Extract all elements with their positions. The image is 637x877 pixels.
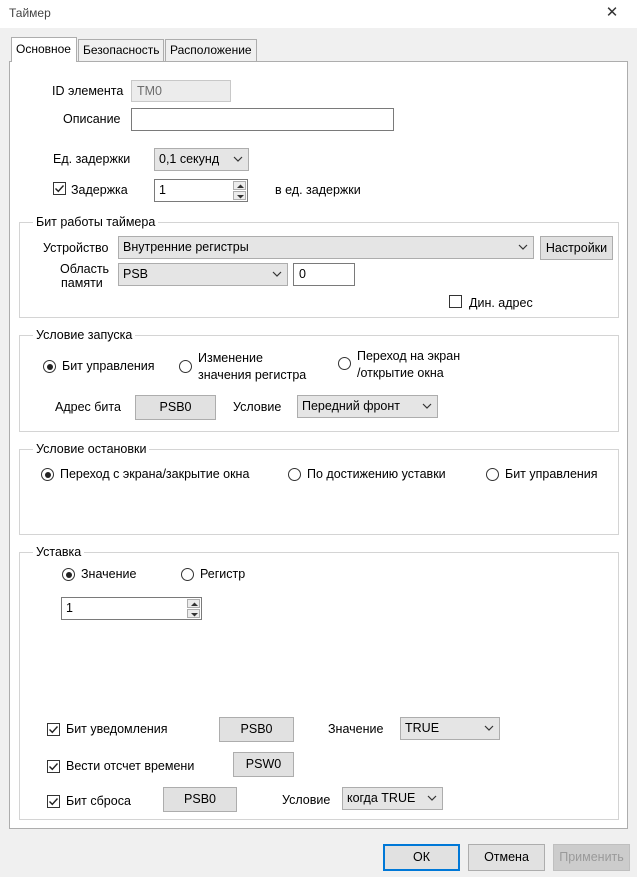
notify-value-value: TRUE bbox=[405, 721, 440, 735]
notify-value-select[interactable]: TRUE bbox=[400, 717, 500, 740]
memory-area-label-line1: Область bbox=[60, 262, 110, 276]
chevron-down-icon bbox=[484, 725, 494, 731]
stop-option-setpoint-label: По достижению уставки bbox=[307, 467, 446, 481]
start-option-screen-open-label-line2: /открытие окна bbox=[357, 366, 444, 380]
reset-condition-value: когда TRUE bbox=[347, 791, 416, 805]
stop-option-screen-close-label: Переход с экрана/закрытие окна bbox=[60, 467, 250, 481]
apply-button[interactable]: Применить bbox=[553, 844, 630, 871]
settings-button[interactable]: Настройки bbox=[540, 236, 613, 260]
tab-general[interactable]: Основное bbox=[11, 37, 77, 62]
dyn-address-label: Дин. адрес bbox=[469, 296, 533, 310]
start-condition-value: Передний фронт bbox=[302, 399, 401, 413]
start-condition-select[interactable]: Передний фронт bbox=[297, 395, 438, 418]
stop-option-setpoint-radio[interactable] bbox=[288, 468, 301, 481]
delay-unit-label: Ед. задержки bbox=[53, 152, 131, 166]
setpoint-register-radio[interactable] bbox=[181, 568, 194, 581]
setpoint-value-label: Значение bbox=[81, 567, 137, 581]
reset-condition-select[interactable]: когда TRUE bbox=[342, 787, 443, 810]
notify-bit-address-button[interactable]: PSB0 bbox=[219, 717, 294, 742]
chevron-down-icon bbox=[427, 795, 437, 801]
bit-address-button[interactable]: PSB0 bbox=[135, 395, 216, 420]
start-condition-title: Условие запуска bbox=[33, 328, 136, 342]
ok-button[interactable]: ОК bbox=[383, 844, 460, 871]
arrow-up-icon bbox=[191, 602, 198, 606]
stop-option-control-bit-label: Бит управления bbox=[505, 467, 598, 481]
reset-bit-label: Бит сброса bbox=[66, 794, 131, 808]
spin-up-button[interactable] bbox=[233, 181, 246, 190]
reset-condition-label: Условие bbox=[282, 793, 331, 807]
timer-bit-title: Бит работы таймера bbox=[33, 215, 159, 229]
chevron-down-icon bbox=[272, 271, 282, 277]
delay-value: 1 bbox=[159, 183, 166, 197]
dyn-address-checkbox[interactable] bbox=[449, 295, 462, 308]
delay-unit-select[interactable]: 0,1 секунд bbox=[154, 148, 249, 171]
device-value: Внутренние регистры bbox=[123, 240, 249, 254]
radio-dot-icon bbox=[44, 471, 51, 478]
spin-down-button[interactable] bbox=[187, 609, 200, 618]
start-option-screen-open-radio[interactable] bbox=[338, 357, 351, 370]
start-condition-label: Условие bbox=[233, 400, 282, 414]
device-select[interactable]: Внутренние регистры bbox=[118, 236, 534, 259]
arrow-down-icon bbox=[191, 613, 198, 617]
memory-area-label-line2: памяти bbox=[61, 276, 103, 290]
element-id-label: ID элемента bbox=[52, 84, 124, 98]
timing-address-button[interactable]: PSW0 bbox=[233, 752, 294, 777]
stop-option-control-bit-radio[interactable] bbox=[486, 468, 499, 481]
check-icon bbox=[55, 185, 65, 193]
reset-bit-checkbox[interactable] bbox=[47, 795, 60, 808]
tab-layout[interactable]: Расположение bbox=[165, 39, 257, 61]
setpoint-stepper[interactable]: 1 bbox=[61, 597, 202, 620]
start-option-screen-open-label-line1: Переход на экран bbox=[357, 349, 461, 363]
notify-bit-checkbox[interactable] bbox=[47, 723, 60, 736]
timing-label: Вести отсчет времени bbox=[66, 759, 195, 773]
setpoint-value-radio[interactable] bbox=[62, 568, 75, 581]
notify-value-label: Значение bbox=[328, 722, 384, 736]
notify-bit-label: Бит уведомления bbox=[66, 722, 168, 736]
start-option-control-bit-radio[interactable] bbox=[43, 360, 56, 373]
check-icon bbox=[49, 798, 59, 806]
arrow-up-icon bbox=[237, 184, 244, 188]
arrow-down-icon bbox=[237, 195, 244, 199]
title-bar bbox=[0, 0, 637, 28]
start-option-register-change-label-line2: значения регистра bbox=[198, 368, 307, 382]
chevron-down-icon bbox=[518, 244, 528, 250]
chevron-down-icon bbox=[233, 156, 243, 162]
stop-option-screen-close-radio[interactable] bbox=[41, 468, 54, 481]
setpoint-value: 1 bbox=[66, 601, 73, 615]
bit-address-label: Адрес бита bbox=[55, 400, 121, 414]
element-id-field: TM0 bbox=[131, 80, 231, 102]
setpoint-register-label: Регистр bbox=[200, 567, 246, 581]
description-input[interactable] bbox=[131, 108, 394, 131]
delay-stepper[interactable]: 1 bbox=[154, 179, 248, 202]
spin-down-button[interactable] bbox=[233, 191, 246, 200]
setpoint-group bbox=[19, 552, 619, 820]
description-label: Описание bbox=[63, 112, 121, 126]
check-icon bbox=[49, 726, 59, 734]
memory-area-select[interactable]: PSB bbox=[118, 263, 288, 286]
radio-dot-icon bbox=[65, 571, 72, 578]
delay-checkbox[interactable] bbox=[53, 182, 66, 195]
chevron-down-icon bbox=[422, 403, 432, 409]
address-input[interactable]: 0 bbox=[293, 263, 355, 286]
start-option-register-change-radio[interactable] bbox=[179, 360, 192, 373]
delay-label: Задержка bbox=[71, 183, 128, 197]
stop-condition-title: Условие остановки bbox=[33, 442, 150, 456]
stop-condition-group bbox=[19, 449, 619, 535]
reset-bit-address-button[interactable]: PSB0 bbox=[163, 787, 237, 812]
device-label: Устройство bbox=[43, 241, 109, 255]
window-title: Таймер bbox=[9, 6, 51, 20]
delay-suffix-label: в ед. задержки bbox=[275, 183, 361, 197]
memory-area-value: PSB bbox=[123, 267, 149, 281]
close-icon[interactable]: ✕ bbox=[603, 4, 621, 22]
start-option-control-bit-label: Бит управления bbox=[62, 359, 155, 373]
check-icon bbox=[49, 763, 59, 771]
timing-checkbox[interactable] bbox=[47, 760, 60, 773]
spin-up-button[interactable] bbox=[187, 599, 200, 608]
start-option-register-change-label-line1: Изменение bbox=[198, 351, 263, 365]
setpoint-title: Уставка bbox=[33, 545, 85, 559]
radio-dot-icon bbox=[46, 363, 53, 370]
tab-security[interactable]: Безопасность bbox=[78, 39, 164, 61]
cancel-button[interactable]: Отмена bbox=[468, 844, 545, 871]
delay-unit-value: 0,1 секунд bbox=[159, 152, 220, 166]
